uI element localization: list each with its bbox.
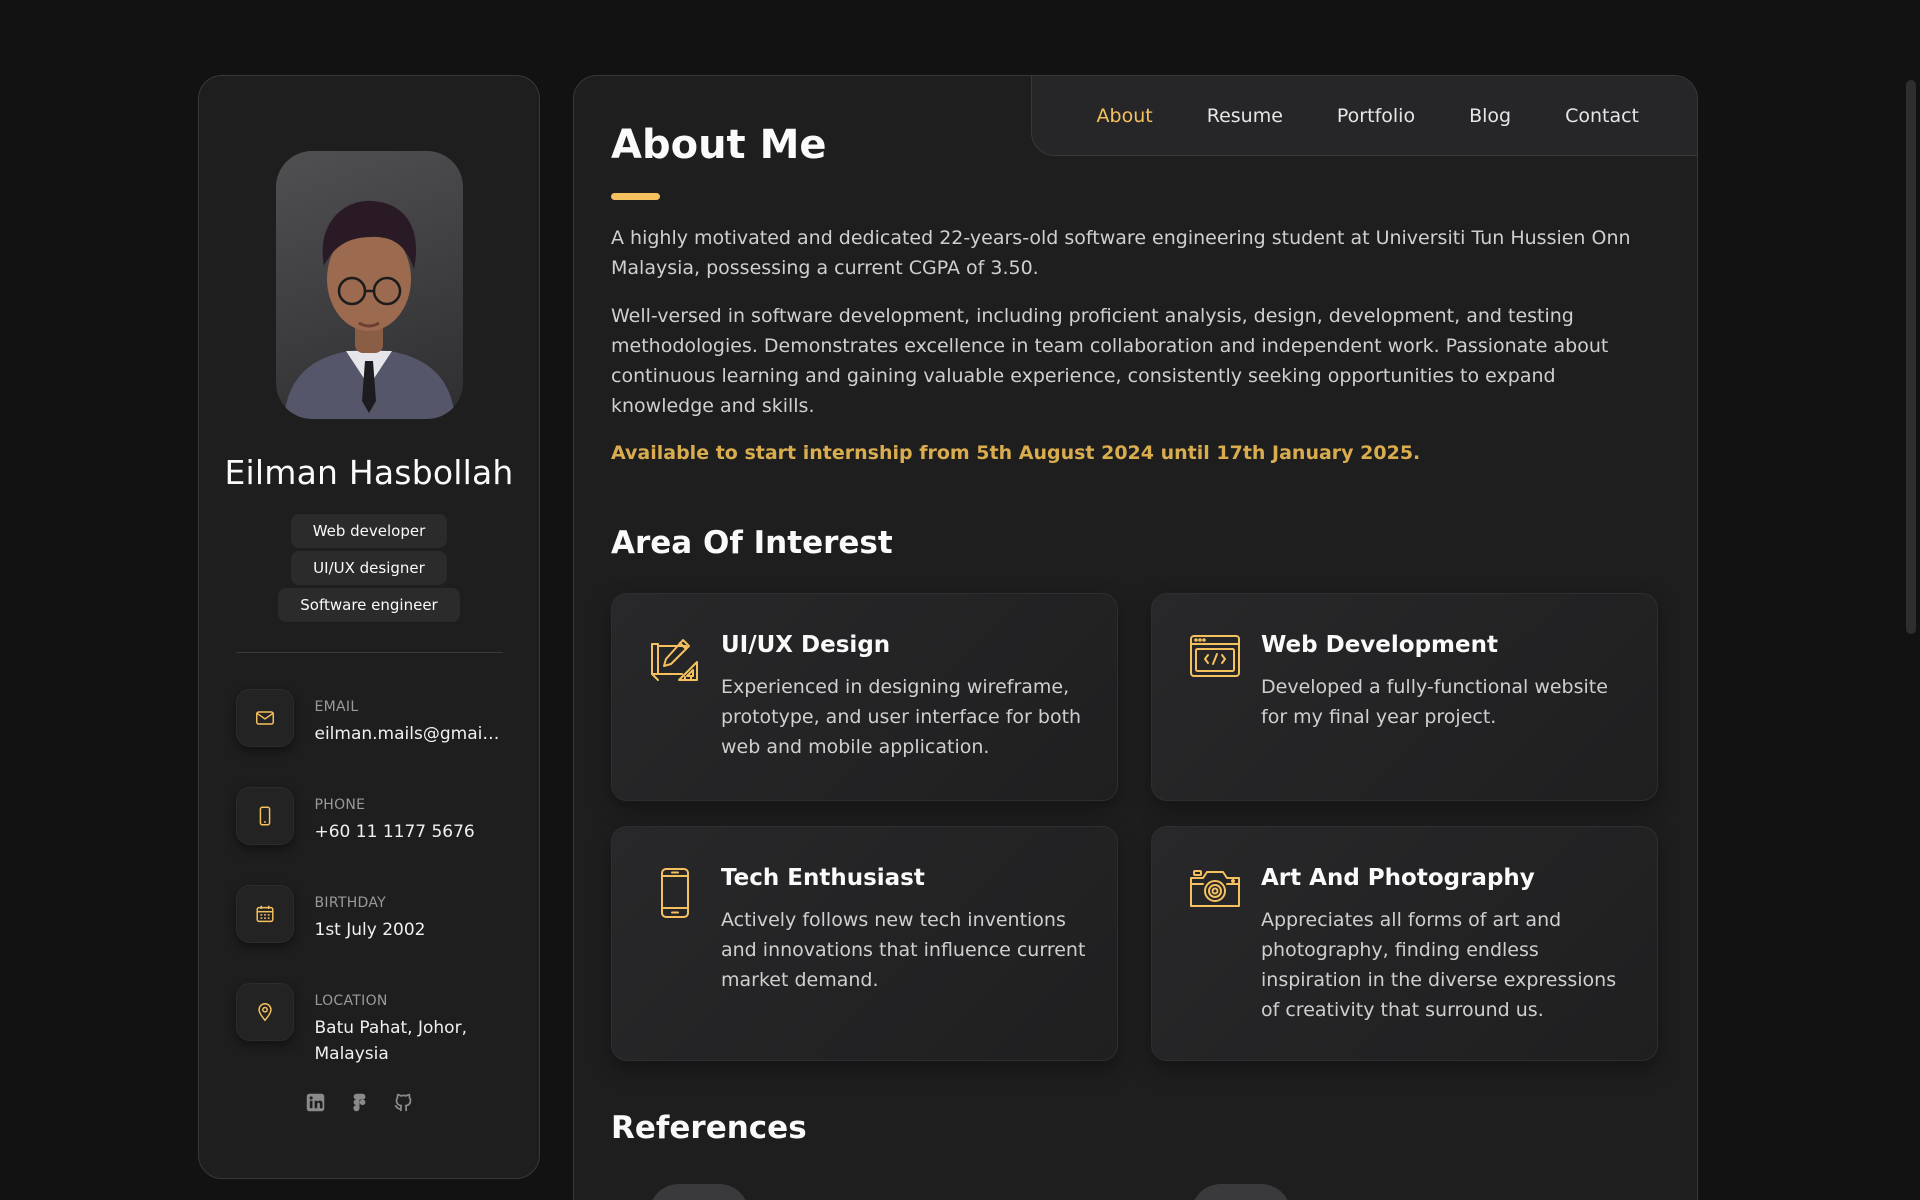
about-paragraph: A highly motivated and dedicated 22-year… <box>611 227 1631 279</box>
page-title: About Me <box>611 122 827 168</box>
contact-email: Email eilman.mails@gmail.com <box>235 689 503 787</box>
interest-title: Art And Photography <box>1261 865 1535 891</box>
social-links <box>304 1091 414 1113</box>
nav-about[interactable]: About <box>1097 105 1153 127</box>
figma-icon[interactable] <box>348 1091 370 1113</box>
linkedin-icon[interactable] <box>304 1091 326 1113</box>
interest-title: Tech Enthusiast <box>721 865 925 891</box>
sidebar: Eilman Hasbollah Web developer UI/UX des… <box>198 75 540 1179</box>
interest-card: Tech Enthusiast Actively follows new tec… <box>611 826 1118 1061</box>
contact-location: Location Batu Pahat, Johor, Malaysia <box>235 983 503 1081</box>
github-icon[interactable] <box>392 1091 414 1113</box>
camera-icon <box>1188 867 1242 921</box>
profile-name: Eilman Hasbollah <box>224 453 514 492</box>
contact-label: Birthday <box>314 895 386 911</box>
contact-label: Email <box>314 699 359 715</box>
nav-contact[interactable]: Contact <box>1565 105 1639 127</box>
mail-icon <box>235 689 294 747</box>
contact-birthday: Birthday 1st July 2002 <box>235 885 503 983</box>
avatar <box>275 151 463 419</box>
contact-phone: Phone +60 11 1177 5676 <box>235 787 503 885</box>
interests-heading: Area Of Interest <box>611 525 893 561</box>
contact-label: Location <box>314 993 388 1009</box>
location-pin-icon <box>235 983 294 1041</box>
calendar-icon <box>235 885 294 943</box>
phone-link[interactable]: +60 11 1177 5676 <box>315 819 503 845</box>
nav-resume[interactable]: Resume <box>1207 105 1283 127</box>
interest-desc: Developed a fully-functional website for… <box>1261 676 1608 728</box>
page-scrollbar[interactable] <box>1902 0 1920 1200</box>
interest-desc: Experienced in designing wireframe, prot… <box>721 676 1082 758</box>
interest-title: Web Development <box>1261 632 1498 658</box>
interest-desc: Actively follows new tech inventions and… <box>721 909 1086 991</box>
phone-icon <box>235 787 294 845</box>
nav-blog[interactable]: Blog <box>1469 105 1511 127</box>
availability-note: Available to start internship from 5th A… <box>611 442 1421 464</box>
email-link[interactable]: eilman.mails@gmail.com <box>315 721 503 747</box>
interest-title: UI/UX Design <box>721 632 891 658</box>
page: Eilman Hasbollah Web developer UI/UX des… <box>0 0 1920 1200</box>
title-chip: Web developer <box>290 514 448 548</box>
top-nav: About Resume Portfolio Blog Contact <box>1031 76 1697 156</box>
title-underline <box>611 193 660 200</box>
interest-card: UI/UX Design Experienced in designing wi… <box>611 593 1118 801</box>
location-value: Batu Pahat, Johor, Malaysia <box>314 1018 467 1064</box>
contact-label: Phone <box>314 797 366 813</box>
nav-portfolio[interactable]: Portfolio <box>1337 105 1415 127</box>
design-tools-icon <box>648 634 702 688</box>
main-panel: About Resume Portfolio Blog Contact Abou… <box>573 75 1698 1200</box>
contact-list: Email eilman.mails@gmail.com Phone +60 1… <box>235 689 503 1081</box>
references-heading: References <box>611 1110 807 1146</box>
smartphone-icon <box>648 867 702 921</box>
title-chip: Software engineer <box>278 588 460 622</box>
reference-avatar <box>1191 1184 1291 1200</box>
interest-card: Art And Photography Appreciates all form… <box>1151 826 1658 1061</box>
sidebar-divider <box>235 652 503 653</box>
code-window-icon <box>1188 634 1242 688</box>
interest-card: Web Development Developed a fully-functi… <box>1151 593 1658 801</box>
scrollbar-thumb[interactable] <box>1906 80 1916 634</box>
birthday-value: 1st July 2002 <box>314 920 426 940</box>
title-chip: UI/UX designer <box>291 551 447 585</box>
about-paragraph: Well-versed in software development, inc… <box>611 305 1609 417</box>
profile-titles: Web developer UI/UX designer Software en… <box>278 514 460 622</box>
reference-avatar <box>649 1184 749 1200</box>
interest-desc: Appreciates all forms of art and photogr… <box>1261 909 1617 1021</box>
